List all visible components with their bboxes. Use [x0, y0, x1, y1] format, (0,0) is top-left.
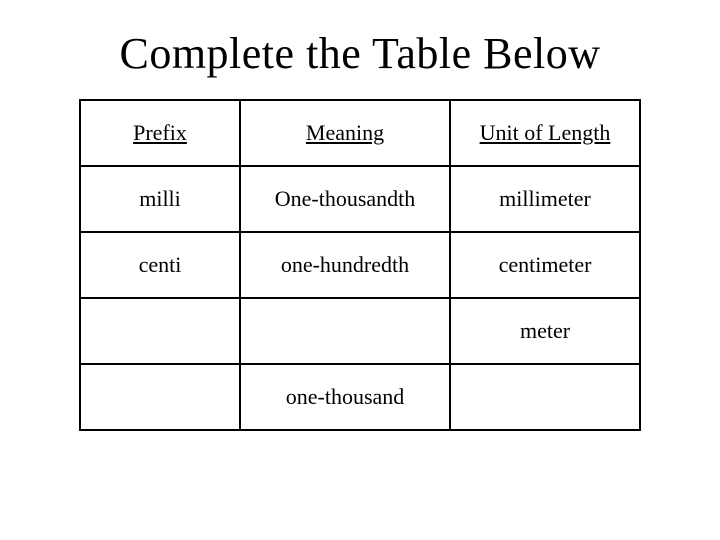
cell-unit: meter	[450, 298, 640, 364]
prefix-table: Prefix Meaning Unit of Length milli One-…	[79, 99, 641, 431]
table-row: milli One-thousandth millimeter	[80, 166, 640, 232]
cell-unit: millimeter	[450, 166, 640, 232]
page-title: Complete the Table Below	[0, 0, 720, 99]
cell-unit	[450, 364, 640, 430]
cell-prefix: milli	[80, 166, 240, 232]
cell-meaning: one-thousand	[240, 364, 450, 430]
cell-meaning	[240, 298, 450, 364]
table-row: one-thousand	[80, 364, 640, 430]
cell-prefix	[80, 364, 240, 430]
header-unit: Unit of Length	[450, 100, 640, 166]
header-prefix: Prefix	[80, 100, 240, 166]
table-container: Prefix Meaning Unit of Length milli One-…	[0, 99, 720, 431]
header-meaning: Meaning	[240, 100, 450, 166]
slide: Complete the Table Below Prefix Meaning …	[0, 0, 720, 540]
table-row: centi one-hundredth centimeter	[80, 232, 640, 298]
table-header-row: Prefix Meaning Unit of Length	[80, 100, 640, 166]
cell-prefix: centi	[80, 232, 240, 298]
cell-prefix	[80, 298, 240, 364]
cell-meaning: one-hundredth	[240, 232, 450, 298]
cell-meaning: One-thousandth	[240, 166, 450, 232]
cell-unit: centimeter	[450, 232, 640, 298]
table-row: meter	[80, 298, 640, 364]
